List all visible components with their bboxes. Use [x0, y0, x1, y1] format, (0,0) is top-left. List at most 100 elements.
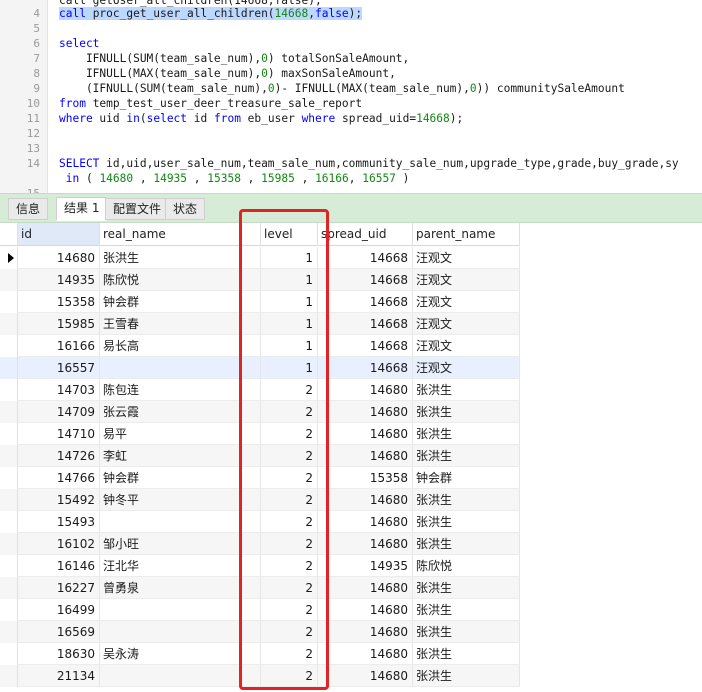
- tab-profile[interactable]: 配置文件: [105, 198, 170, 220]
- cell-spread-uid[interactable]: 14668: [318, 247, 413, 269]
- cell-level[interactable]: 1: [261, 269, 318, 291]
- cell-real-name[interactable]: 张洪生: [100, 247, 261, 269]
- row-marker[interactable]: [0, 511, 18, 533]
- code-line[interactable]: 8 IFNULL(MAX(team_sale_num),0) maxSonSal…: [0, 66, 702, 81]
- table-row[interactable]: 16227 曾勇泉 2 14680 张洪生: [0, 577, 520, 599]
- cell-spread-uid[interactable]: 14680: [318, 621, 413, 643]
- row-marker[interactable]: [0, 247, 18, 269]
- cell-parent-name[interactable]: 张洪生: [413, 401, 520, 423]
- cell-real-name[interactable]: 钟会群: [100, 291, 261, 313]
- column-header-level[interactable]: level: [261, 223, 318, 246]
- cell-spread-uid[interactable]: 14680: [318, 533, 413, 555]
- cell-spread-uid[interactable]: 14668: [318, 357, 413, 379]
- cell-real-name[interactable]: 钟冬平: [100, 489, 261, 511]
- row-marker[interactable]: [0, 269, 18, 291]
- table-row[interactable]: 16557 1 14668 汪观文: [0, 357, 520, 379]
- cell-spread-uid[interactable]: 14680: [318, 511, 413, 533]
- cell-real-name[interactable]: 吴永涛: [100, 643, 261, 665]
- cell-parent-name[interactable]: 钟会群: [413, 467, 520, 489]
- table-row[interactable]: 21134 2 14680 张洪生: [0, 665, 520, 687]
- table-row[interactable]: 16166 易长高 1 14668 汪观文: [0, 335, 520, 357]
- table-row[interactable]: 14935 陈欣悦 1 14668 汪观文: [0, 269, 520, 291]
- cell-id[interactable]: 15358: [18, 291, 100, 313]
- cell-level[interactable]: 2: [261, 533, 318, 555]
- row-marker[interactable]: [0, 599, 18, 621]
- cell-spread-uid[interactable]: 14680: [318, 379, 413, 401]
- table-row[interactable]: 16499 2 14680 张洪生: [0, 599, 520, 621]
- cell-spread-uid[interactable]: 14668: [318, 335, 413, 357]
- table-row[interactable]: 15493 2 14680 张洪生: [0, 511, 520, 533]
- table-row[interactable]: 14703 陈包连 2 14680 张洪生: [0, 379, 520, 401]
- cell-real-name[interactable]: 陈欣悦: [100, 269, 261, 291]
- cell-real-name[interactable]: 李虹: [100, 445, 261, 467]
- cell-level[interactable]: 2: [261, 445, 318, 467]
- tab-result-1[interactable]: 结果 1: [56, 197, 108, 221]
- cell-spread-uid[interactable]: 14935: [318, 555, 413, 577]
- cell-id[interactable]: 16146: [18, 555, 100, 577]
- cell-parent-name[interactable]: 张洪生: [413, 489, 520, 511]
- tab-status[interactable]: 状态: [165, 198, 206, 220]
- cell-spread-uid[interactable]: 14668: [318, 269, 413, 291]
- table-row[interactable]: 14726 李虹 2 14680 张洪生: [0, 445, 520, 467]
- cell-parent-name[interactable]: 张洪生: [413, 577, 520, 599]
- code-line[interactable]: 13: [0, 141, 702, 156]
- cell-spread-uid[interactable]: 14680: [318, 599, 413, 621]
- code-line[interactable]: 6 select: [0, 36, 702, 51]
- cell-real-name[interactable]: 易平: [100, 423, 261, 445]
- cell-spread-uid[interactable]: 14680: [318, 665, 413, 687]
- cell-level[interactable]: 2: [261, 379, 318, 401]
- row-marker[interactable]: [0, 577, 18, 599]
- code-line[interactable]: 12: [0, 126, 702, 141]
- row-marker[interactable]: [0, 379, 18, 401]
- row-marker[interactable]: [0, 621, 18, 643]
- code-line[interactable]: 5: [0, 21, 702, 36]
- table-row[interactable]: 16102 邹小旺 2 14680 张洪生: [0, 533, 520, 555]
- column-header-id[interactable]: id: [18, 223, 100, 246]
- code-line[interactable]: 15: [0, 186, 702, 193]
- cell-real-name[interactable]: [100, 511, 261, 533]
- row-marker[interactable]: [0, 665, 18, 687]
- cell-id[interactable]: 16102: [18, 533, 100, 555]
- cell-level[interactable]: 2: [261, 577, 318, 599]
- cell-parent-name[interactable]: 张洪生: [413, 445, 520, 467]
- row-marker[interactable]: [0, 313, 18, 335]
- cell-level[interactable]: 2: [261, 401, 318, 423]
- cell-level[interactable]: 2: [261, 555, 318, 577]
- table-row[interactable]: 14766 钟会群 2 15358 钟会群: [0, 467, 520, 489]
- cell-level[interactable]: 2: [261, 665, 318, 687]
- cell-real-name[interactable]: 钟会群: [100, 467, 261, 489]
- table-row[interactable]: 15985 王雪春 1 14668 汪观文: [0, 313, 520, 335]
- row-marker[interactable]: [0, 445, 18, 467]
- cell-level[interactable]: 1: [261, 357, 318, 379]
- row-marker[interactable]: [0, 291, 18, 313]
- row-marker[interactable]: [0, 489, 18, 511]
- cell-spread-uid[interactable]: 14680: [318, 643, 413, 665]
- result-grid[interactable]: id real_name level spread_uid parent_nam…: [0, 223, 702, 692]
- cell-real-name[interactable]: [100, 357, 261, 379]
- cell-id[interactable]: 14703: [18, 379, 100, 401]
- cell-parent-name[interactable]: 张洪生: [413, 423, 520, 445]
- cell-id[interactable]: 16557: [18, 357, 100, 379]
- cell-parent-name[interactable]: 陈欣悦: [413, 555, 520, 577]
- cell-real-name[interactable]: 邹小旺: [100, 533, 261, 555]
- column-header-parent-name[interactable]: parent_name: [413, 223, 520, 246]
- cell-real-name[interactable]: 曾勇泉: [100, 577, 261, 599]
- table-row[interactable]: 15492 钟冬平 2 14680 张洪生: [0, 489, 520, 511]
- row-marker[interactable]: [0, 401, 18, 423]
- cell-real-name[interactable]: [100, 599, 261, 621]
- table-row[interactable]: 16569 2 14680 张洪生: [0, 621, 520, 643]
- cell-parent-name[interactable]: 张洪生: [413, 511, 520, 533]
- cell-level[interactable]: 2: [261, 489, 318, 511]
- cell-parent-name[interactable]: 汪观文: [413, 269, 520, 291]
- row-marker[interactable]: [0, 467, 18, 489]
- cell-spread-uid[interactable]: 14680: [318, 577, 413, 599]
- cell-level[interactable]: 2: [261, 621, 318, 643]
- cell-id[interactable]: 14680: [18, 247, 100, 269]
- cell-parent-name[interactable]: 张洪生: [413, 621, 520, 643]
- cell-spread-uid[interactable]: 14680: [318, 423, 413, 445]
- table-row[interactable]: 14680 张洪生 1 14668 汪观文: [0, 247, 520, 269]
- row-marker[interactable]: [0, 335, 18, 357]
- cell-id[interactable]: 14935: [18, 269, 100, 291]
- cell-real-name[interactable]: 汪北华: [100, 555, 261, 577]
- cell-parent-name[interactable]: 汪观文: [413, 335, 520, 357]
